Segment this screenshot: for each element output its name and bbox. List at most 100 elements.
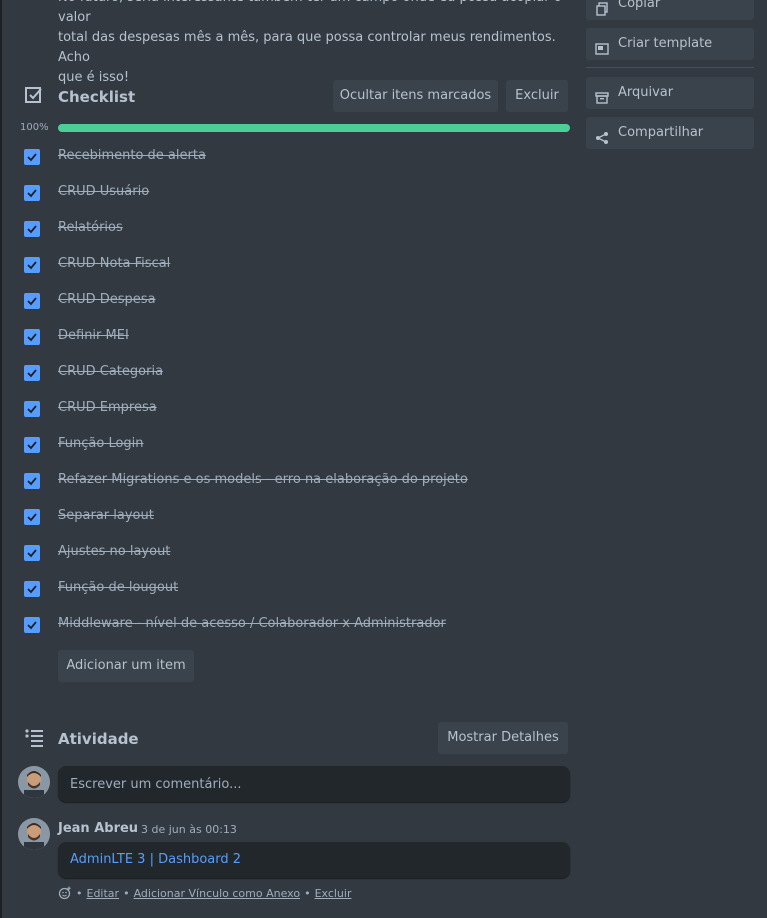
checklist-item[interactable]: Função Login: [0, 426, 580, 462]
progress-bar: [58, 124, 570, 132]
checklist-item-label: Ajustes no layout: [58, 544, 171, 559]
check-icon: [27, 153, 37, 162]
avatar[interactable]: [18, 766, 50, 798]
add-attachment-link[interactable]: Adicionar Vínculo como Anexo: [134, 887, 300, 900]
checkbox[interactable]: [24, 185, 40, 201]
checklist-item[interactable]: CRUD Usuário: [0, 174, 580, 210]
checkbox[interactable]: [24, 473, 40, 489]
checkbox[interactable]: [24, 365, 40, 381]
comment-actions: • Editar • Adicionar Vínculo como Anexo …: [58, 886, 351, 900]
checklist-item-label: CRUD Empresa: [58, 400, 157, 415]
check-icon: [27, 585, 37, 594]
checklist-item[interactable]: Função de lougout: [0, 570, 580, 606]
checkbox[interactable]: [24, 257, 40, 273]
checklist-item[interactable]: Ajustes no layout: [0, 534, 580, 570]
create-template-button[interactable]: Criar template: [586, 28, 754, 60]
checkbox[interactable]: [24, 329, 40, 345]
copy-button[interactable]: Copiar: [586, 0, 754, 20]
archive-icon: [595, 86, 609, 104]
checklist-item-label: Definir MEI: [58, 328, 129, 343]
check-icon: [27, 405, 37, 414]
delete-comment-link[interactable]: Excluir: [315, 887, 352, 900]
activity-icon: [24, 728, 44, 748]
separator: •: [304, 886, 311, 900]
checklist-item-label: Função Login: [58, 436, 144, 451]
separator: •: [123, 886, 130, 900]
checklist-item-label: Refazer Migrations e os models - erro na…: [58, 472, 468, 487]
comment-link[interactable]: AdminLTE 3 | Dashboard 2: [70, 852, 241, 867]
sidebar-divider: [586, 67, 754, 68]
checklist-icon: [24, 86, 44, 106]
comment-author[interactable]: Jean Abreu: [58, 821, 138, 836]
check-icon: [27, 369, 37, 378]
checklist-item[interactable]: CRUD Empresa: [0, 390, 580, 426]
add-item-button[interactable]: Adicionar um item: [58, 650, 194, 682]
checkbox[interactable]: [24, 545, 40, 561]
check-icon: [27, 513, 37, 522]
checklist-item[interactable]: CRUD Nota Fiscal: [0, 246, 580, 282]
check-icon: [27, 549, 37, 558]
check-icon: [27, 261, 37, 270]
template-icon: [595, 37, 609, 55]
checklist-item-label: CRUD Categoria: [58, 364, 164, 379]
checkbox[interactable]: [24, 401, 40, 417]
hide-checked-button[interactable]: Ocultar itens marcados: [333, 80, 498, 112]
checklist-item[interactable]: CRUD Despesa: [0, 282, 580, 318]
check-icon: [27, 477, 37, 486]
avatar[interactable]: [18, 818, 50, 850]
check-icon: [27, 225, 37, 234]
emoji-reaction-icon[interactable]: [58, 886, 72, 900]
share-icon: [595, 126, 609, 144]
checklist-items: Recebimento de alerta CRUD Usuário Relatór…: [0, 138, 580, 642]
checkbox[interactable]: [24, 581, 40, 597]
check-icon: [27, 297, 37, 306]
progress-percent: 100%: [20, 122, 49, 133]
checklist-item[interactable]: Relatórios: [0, 210, 580, 246]
comment-input-box[interactable]: [58, 766, 570, 802]
checklist-item-label: Middleware - nível de acesso / Colaborad…: [58, 616, 446, 631]
comment-timestamp[interactable]: 3 de jun às 00:13: [141, 823, 237, 836]
edit-comment-link[interactable]: Editar: [87, 887, 120, 900]
checklist-item-label: CRUD Usuário: [58, 184, 150, 199]
check-icon: [27, 621, 37, 630]
checklist-item-label: Separar layout: [58, 508, 154, 523]
checklist-item[interactable]: Refazer Migrations e os models - erro na…: [0, 462, 580, 498]
checklist-title: Checklist: [58, 88, 136, 106]
delete-checklist-button[interactable]: Excluir: [506, 80, 568, 112]
share-label: Compartilhar: [618, 125, 704, 140]
checklist-item[interactable]: CRUD Categoria: [0, 354, 580, 390]
checklist-item-label: CRUD Nota Fiscal: [58, 256, 171, 271]
copy-label: Copiar: [618, 0, 661, 11]
copy-icon: [595, 0, 609, 16]
activity-title: Atividade: [58, 730, 139, 748]
checklist-item[interactable]: Middleware - nível de acesso / Colaborad…: [0, 606, 580, 642]
description-line: No futuro, seria interessante também ter…: [58, 0, 562, 25]
description-line: total das despesas mês a mês, para que p…: [58, 30, 556, 65]
archive-button[interactable]: Arquivar: [586, 77, 754, 109]
checklist-item[interactable]: Separar layout: [0, 498, 580, 534]
checklist-item[interactable]: Definir MEI: [0, 318, 580, 354]
create-template-label: Criar template: [618, 36, 713, 51]
checkbox[interactable]: [24, 293, 40, 309]
checklist-item-label: Função de lougout: [58, 580, 179, 595]
check-icon: [27, 189, 37, 198]
checkbox[interactable]: [24, 437, 40, 453]
progress-fill: [58, 124, 570, 132]
checklist-item-label: CRUD Despesa: [58, 292, 156, 307]
share-button[interactable]: Compartilhar: [586, 117, 754, 149]
show-details-button[interactable]: Mostrar Detalhes: [438, 722, 568, 754]
card-description[interactable]: No futuro, seria interessante também ter…: [58, 0, 573, 88]
comment-body: AdminLTE 3 | Dashboard 2: [58, 842, 570, 878]
comment-input[interactable]: [58, 766, 570, 802]
checkbox[interactable]: [24, 617, 40, 633]
checkbox[interactable]: [24, 509, 40, 525]
checkbox[interactable]: [24, 221, 40, 237]
separator: •: [76, 886, 83, 900]
check-icon: [27, 333, 37, 342]
archive-label: Arquivar: [618, 85, 674, 100]
checklist-item-label: Recebimento de alerta: [58, 148, 206, 163]
checklist-item[interactable]: Recebimento de alerta: [0, 138, 580, 174]
check-icon: [27, 441, 37, 450]
checklist-item-label: Relatórios: [58, 220, 123, 235]
checkbox[interactable]: [24, 149, 40, 165]
